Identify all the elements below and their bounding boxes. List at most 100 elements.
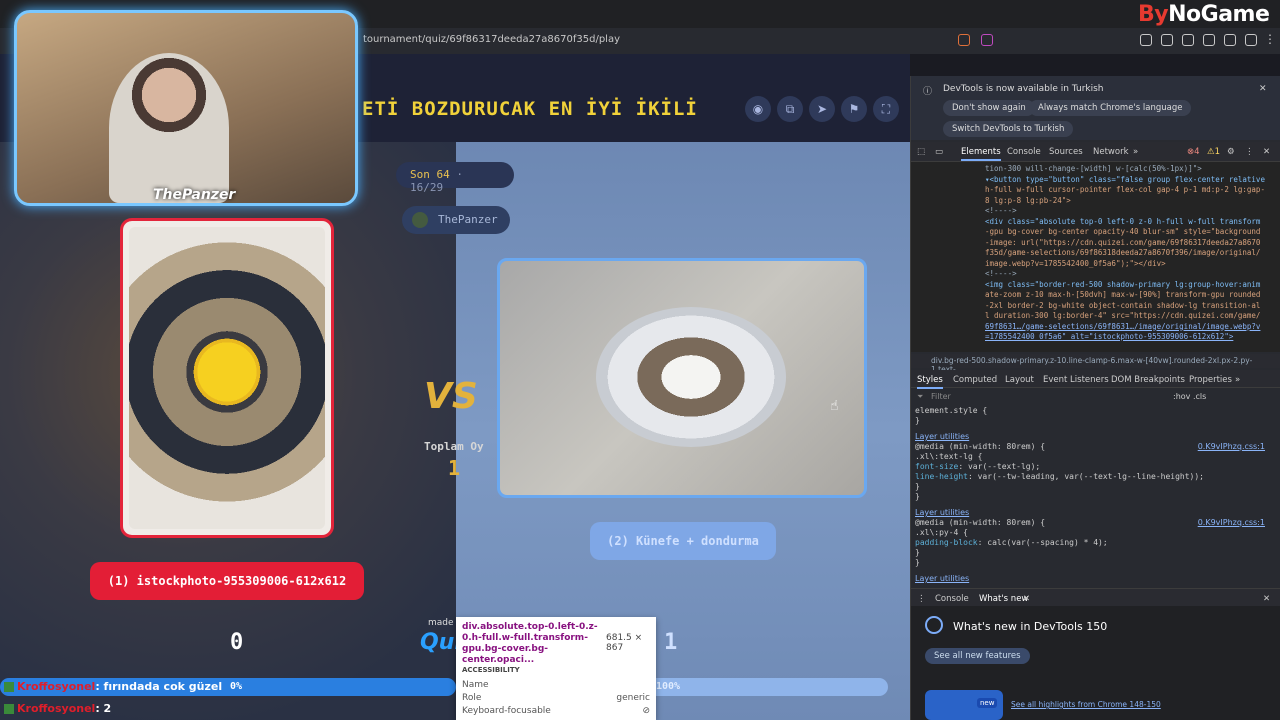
fullscreen-icon[interactable]: ⛶ [873,96,899,122]
see-all-features-button[interactable]: See all new features [925,648,1030,664]
style-line: } [915,416,920,425]
vpn-icon[interactable] [1224,34,1236,46]
style-property[interactable]: line-height: var(--tw-leading, var(--tex… [915,472,1277,482]
devtools-panel: ⓘ DevTools is now available in Turkish ✕… [910,76,1280,720]
dom-line[interactable]: f35d/game-selections/69f86318deeda27a867… [985,248,1275,259]
warning-count[interactable]: ⚠1 [1207,147,1220,157]
vs-badge: VS [424,376,478,417]
style-property[interactable]: font-size: var(--text-lg); [915,462,1277,472]
right-option-label[interactable]: (2) Künefe + dondurma [590,522,776,560]
tooltip-row-label: Name [462,680,489,690]
info-icon: ⓘ [923,87,933,97]
devtools-language-banner: ⓘ DevTools is now available in Turkish ✕… [911,76,1280,140]
url-text[interactable]: tournament/quiz/69f86317deeda27a8670f35d… [363,34,620,45]
tab-dom-breakpoints[interactable]: DOM Breakpoints [1111,375,1185,385]
close-icon[interactable]: ✕ [1259,84,1267,94]
extensions-icon[interactable] [1140,34,1152,46]
tab-console[interactable]: Console [1007,147,1041,157]
dom-line[interactable]: <img class="border-red-500 shadow-primar… [985,280,1275,291]
device-icon[interactable]: ▭ [935,147,943,157]
dom-line[interactable]: <!----> [985,206,1275,217]
eye-icon[interactable]: ◉ [745,96,771,122]
brave-shield-icon[interactable] [958,34,970,46]
dom-line[interactable]: 8 lg:p-8 lg:pb-24"> [985,196,1275,207]
tab-event-listeners[interactable]: Event Listeners [1043,375,1109,385]
dom-line[interactable]: ▾<button type="button" class="false grou… [985,175,1275,186]
tab-sources[interactable]: Sources [1049,147,1083,157]
sidebar-icon[interactable] [1182,34,1194,46]
dom-line[interactable]: h-full w-full cursor-pointer flex-col ga… [985,185,1275,196]
dom-line[interactable]: l duration-300 lg:border-4" src="https:/… [985,311,1275,322]
right-option-card[interactable] [497,258,867,498]
total-votes-count: 1 [448,456,461,480]
style-line: } [915,492,920,501]
new-badge: new [977,698,998,708]
streamer-name: ThePanzer [153,187,236,203]
share-icon[interactable]: ⧉ [777,96,803,122]
shield-icon[interactable] [1245,34,1257,46]
error-count[interactable]: ⊗4 [1187,147,1200,157]
drawer-tab-console[interactable]: Console [935,594,969,604]
dom-line[interactable]: <!----> [985,269,1275,280]
tooltip-size: 681.5 × 867 [606,633,643,653]
dom-line[interactable]: 69f8631…/game-selections/69f8631…/image/… [985,322,1275,333]
dom-line[interactable]: -2xl border-2 bg-white object-contain sh… [985,301,1275,312]
dont-show-again-button[interactable]: Don't show again [943,100,1035,116]
styles-filter[interactable]: ⏷ Filter :hov .cls [911,389,1280,405]
css-file-link[interactable]: 0.K9vIPhzq.css:1 [1198,518,1265,528]
switch-turkish-button[interactable]: Switch DevTools to Turkish [943,121,1074,137]
drawer-menu-icon[interactable]: ⋮ [917,594,926,604]
more-tabs-icon[interactable]: » [1133,147,1138,157]
style-property[interactable]: padding-block: calc(var(--spacing) * 4); [915,538,1277,548]
style-line: } [915,482,920,491]
dom-line[interactable]: -image: url("https://cdn.quizei.com/game… [985,238,1275,249]
match-language-button[interactable]: Always match Chrome's language [1029,100,1192,116]
player-badge: ThePanzer [402,206,510,234]
left-vote-count: 0 [230,630,244,655]
close-drawer-tab-icon[interactable]: ✕ [1023,594,1030,604]
dom-line[interactable]: tion-300 will-change-[width] w-[calc(50%… [985,164,1275,175]
mouse-cursor-icon: ☝ [830,398,839,414]
settings-icon[interactable]: ⚙ [1227,147,1235,157]
styles-pane[interactable]: element.style { } Layer utilities @media… [911,406,1280,584]
tab-layout[interactable]: Layout [1005,375,1034,385]
dom-line[interactable]: =1785542400_0f5a6" alt="istockphoto-9553… [985,332,1275,343]
layer-link[interactable]: Layer utilities [915,432,1277,442]
send-icon[interactable]: ➤ [809,96,835,122]
more-subtabs-icon[interactable]: » [1235,375,1240,385]
music-icon[interactable] [1161,34,1173,46]
devtools-inspect-tooltip: div.absolute.top-0.left-0.z-0.h-full.w-f… [456,617,656,720]
left-option-label[interactable]: (1) istockphoto-955309006-612x612 [90,562,364,600]
dom-line[interactable]: image.webp?v=1785542400_0f5a6");"></div> [985,259,1275,270]
wallet-icon[interactable] [1203,34,1215,46]
dom-breadcrumb[interactable]: div.bg-red-500.shadow-primary.z-10.line-… [911,354,1280,374]
layer-link[interactable]: Layer utilities [915,574,1277,584]
right-option-image [596,307,786,447]
tab-network[interactable]: Network [1093,147,1129,157]
layer-link[interactable]: Layer utilities [915,508,1277,518]
dom-tree[interactable]: tion-300 will-change-[width] w-[calc(50%… [911,162,1280,352]
more-icon[interactable]: ⋮ [1245,147,1254,157]
chat-badge-icon [4,682,14,692]
style-line: @media (min-width: 80rem) {0.K9vIPhzq.cs… [915,442,1265,452]
tab-computed[interactable]: Computed [953,375,997,385]
menu-icon[interactable]: ⋮ [1264,32,1276,46]
right-vote-count: 1 [664,630,678,655]
css-file-link[interactable]: 0.K9vIPhzq.css:1 [1198,442,1265,452]
streamer-video [109,53,229,203]
highlights-link[interactable]: See all highlights from Chrome 148-150 [1011,700,1161,709]
close-drawer-icon[interactable]: ✕ [1263,594,1270,604]
rewards-icon[interactable] [981,34,993,46]
dom-line[interactable]: <div class="absolute top-0 left-0 z-0 h-… [985,217,1275,228]
flag-icon[interactable]: ⚑ [841,96,867,122]
close-devtools-icon[interactable]: ✕ [1263,147,1270,157]
tooltip-selector: div.absolute.top-0.left-0.z-0.h-full.w-f… [462,622,598,665]
tab-properties[interactable]: Properties [1189,375,1232,385]
inspect-icon[interactable]: ⬚ [917,147,925,157]
tab-elements[interactable]: Elements [961,147,1001,161]
dom-line[interactable]: -gpu bg-cover bg-center opacity-40 blur-… [985,227,1275,238]
left-option-card[interactable] [120,218,334,538]
whats-new-title: What's new in DevTools 150 [953,620,1108,633]
dom-line[interactable]: ate-zoom z-10 max-h-[50dvh] max-w-[90%] … [985,290,1275,301]
tab-styles[interactable]: Styles [917,375,943,389]
